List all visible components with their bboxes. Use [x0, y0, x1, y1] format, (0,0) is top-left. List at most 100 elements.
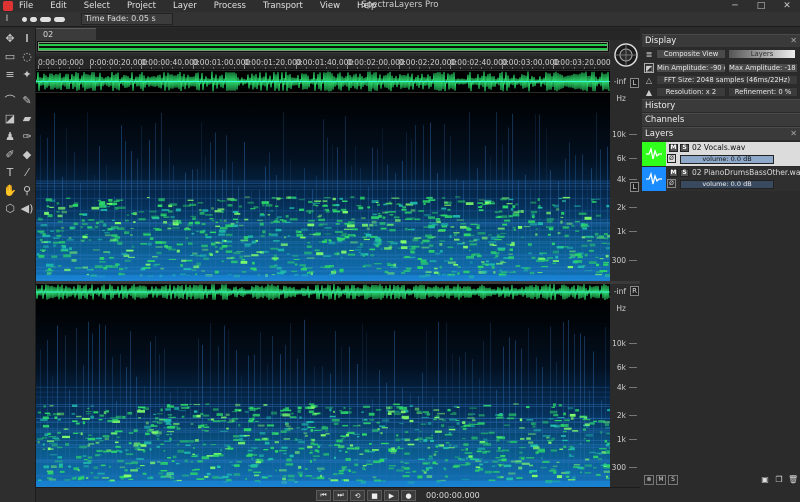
frequency-select-icon[interactable]: ≡	[2, 66, 18, 82]
resolution-field[interactable]: Resolution: x 2	[656, 87, 726, 97]
menu-select[interactable]: Select	[84, 1, 110, 11]
brush-preset-large-icon[interactable]	[40, 16, 51, 22]
ruler-minor-tick	[305, 67, 307, 69]
time-selection-tool-icon[interactable]: I	[19, 30, 35, 46]
tab-02-vocals[interactable]: 02 Vocals.wav*	[36, 28, 96, 50]
brush-tool-icon[interactable]: ✐	[2, 146, 18, 162]
spectral-harmonic	[82, 235, 88, 239]
go-to-end-button[interactable]: ⏭	[333, 490, 348, 501]
time-ruler[interactable]: 0:00:00:000 0:00:00:20.000 0:00:00:40.000 0…	[36, 56, 611, 70]
spectral-transient	[57, 325, 58, 487]
spectral-harmonic	[190, 461, 193, 463]
text-tool-icon[interactable]: T	[2, 164, 18, 180]
channel-left-badge[interactable]: L	[630, 78, 639, 88]
display-panel-header[interactable]: Display ✕	[642, 34, 800, 47]
menu-file[interactable]: File	[19, 1, 33, 11]
menu-view[interactable]: View	[320, 1, 340, 11]
layers-solo-all-button[interactable]: S	[668, 475, 678, 485]
min-amplitude-field[interactable]: Min Amplitude: -90 dB	[656, 63, 726, 73]
menu-edit[interactable]: Edit	[50, 1, 66, 11]
clone-stamp-icon[interactable]: ♟	[2, 128, 18, 144]
layer-mute-button[interactable]: M	[669, 169, 678, 177]
new-layer-icon[interactable]: ▣	[760, 475, 770, 485]
brush-preset-small-icon[interactable]	[22, 16, 27, 22]
magic-wand-icon[interactable]: ✦	[19, 66, 35, 82]
refinement-field[interactable]: Refinement: 0 %	[728, 87, 798, 97]
spectral-transient	[563, 322, 564, 487]
menu-layer[interactable]: Layer	[173, 1, 197, 11]
close-icon[interactable]: ✕	[790, 128, 797, 140]
loop-button[interactable]: ⟲	[350, 490, 365, 501]
layer-mute-button[interactable]: M	[669, 144, 678, 152]
play-button[interactable]: ▶	[384, 490, 399, 501]
layer-volume-slider[interactable]: volume: 0.0 dB	[680, 180, 774, 189]
erase-brush-icon[interactable]: ▰	[19, 110, 35, 126]
layer-volume-slider[interactable]: volume: 0.0 dB	[680, 155, 774, 164]
smudge-tool-icon[interactable]: ✑	[19, 128, 35, 144]
go-to-start-button[interactable]: ⏮	[316, 490, 331, 501]
spectral-harmonic	[491, 252, 500, 255]
channels-panel-header[interactable]: Channels	[642, 113, 800, 126]
layer-item-vocals[interactable]: M S 02 Vocals.wav Ø volume: 0.0 dB	[642, 142, 800, 166]
minimize-button[interactable]: ─	[722, 0, 748, 12]
zoom-tool-icon[interactable]: ⚲	[19, 182, 35, 198]
spectrogram-left[interactable]	[36, 93, 610, 281]
layer-color-swatch[interactable]	[642, 142, 666, 166]
navigation-wheel[interactable]	[611, 40, 640, 70]
max-amplitude-field[interactable]: Max Amplitude: -18 dB	[728, 63, 798, 73]
menu-process[interactable]: Process	[214, 1, 246, 11]
overview-navigator[interactable]	[36, 40, 610, 53]
speaker-icon[interactable]: ◀)	[19, 200, 35, 216]
waveform-left[interactable]	[36, 71, 610, 92]
composite-view-button[interactable]: Composite View	[656, 49, 726, 59]
draw-tool-icon[interactable]: ✎	[19, 92, 35, 108]
layers-panel-header[interactable]: Layers ✕	[642, 127, 800, 140]
layer-solo-button[interactable]: S	[680, 169, 689, 177]
spectral-harmonic	[275, 218, 279, 220]
rectangle-select-icon[interactable]: ▭	[2, 48, 18, 64]
layer-lock-icon[interactable]: Ø	[667, 154, 676, 163]
spectrogram-right[interactable]	[36, 301, 610, 487]
layer-color-swatch[interactable]	[642, 167, 666, 191]
overview-selection[interactable]	[38, 42, 608, 51]
brush-preset-xlarge-icon[interactable]	[54, 16, 65, 22]
spectral-harmonic	[498, 248, 505, 252]
hand-tool-icon[interactable]: ✋	[2, 182, 18, 198]
layers-mute-all-button[interactable]: M	[656, 475, 666, 485]
close-button[interactable]: ✕	[774, 0, 800, 12]
eraser-tool-icon[interactable]: ◪	[2, 110, 18, 126]
pen-tool-icon[interactable]: ⌒	[2, 92, 18, 108]
spectral-harmonic	[484, 470, 493, 474]
layers-settings-icon[interactable]: ⊗	[644, 475, 654, 485]
menu-help[interactable]: Help	[357, 1, 376, 11]
layer-item-pianodrums[interactable]: M S 02 PianoDrumsBassOther.wav Ø volume:…	[642, 167, 800, 191]
menu-project[interactable]: Project	[127, 1, 156, 11]
menu-transport[interactable]: Transport	[263, 1, 303, 11]
spectral-harmonic	[87, 456, 93, 459]
layer-lock-icon[interactable]: Ø	[667, 179, 676, 188]
spectral-harmonic	[233, 218, 239, 221]
stop-button[interactable]: ■	[367, 490, 382, 501]
channel-left-badge-2[interactable]: L	[630, 182, 639, 192]
move-tool-icon[interactable]: ✥	[2, 30, 18, 46]
delete-layer-icon[interactable]: 🗑	[788, 475, 798, 485]
brush-preset-medium-icon[interactable]	[30, 16, 37, 22]
time-fade-field[interactable]: Time Fade: 0.05 s	[81, 13, 173, 25]
fft-size-field[interactable]: FFT Size: 2048 samples (46ms/22Hz)	[656, 75, 798, 85]
eyedropper-icon[interactable]: ⁄	[19, 164, 35, 180]
fill-tool-icon[interactable]: ◆	[19, 146, 35, 162]
lasso-tool-icon[interactable]: ◌	[19, 48, 35, 64]
channel-right-badge[interactable]: R	[630, 286, 639, 296]
close-icon[interactable]: ✕	[790, 35, 797, 47]
spectral-harmonic	[393, 412, 401, 416]
navigation-wheel-icon[interactable]	[613, 42, 639, 68]
layers-view-slider[interactable]: Layers	[728, 49, 796, 59]
duplicate-layer-icon[interactable]: ❐	[774, 475, 784, 485]
maximize-button[interactable]: □	[748, 0, 774, 12]
brush-size-presets[interactable]	[22, 16, 65, 22]
spectral-harmonic	[468, 455, 473, 458]
3d-view-icon[interactable]: ⬡	[2, 200, 18, 216]
record-button[interactable]: ●	[401, 490, 416, 501]
layer-solo-button[interactable]: S	[680, 144, 689, 152]
history-panel-header[interactable]: History	[642, 99, 800, 112]
